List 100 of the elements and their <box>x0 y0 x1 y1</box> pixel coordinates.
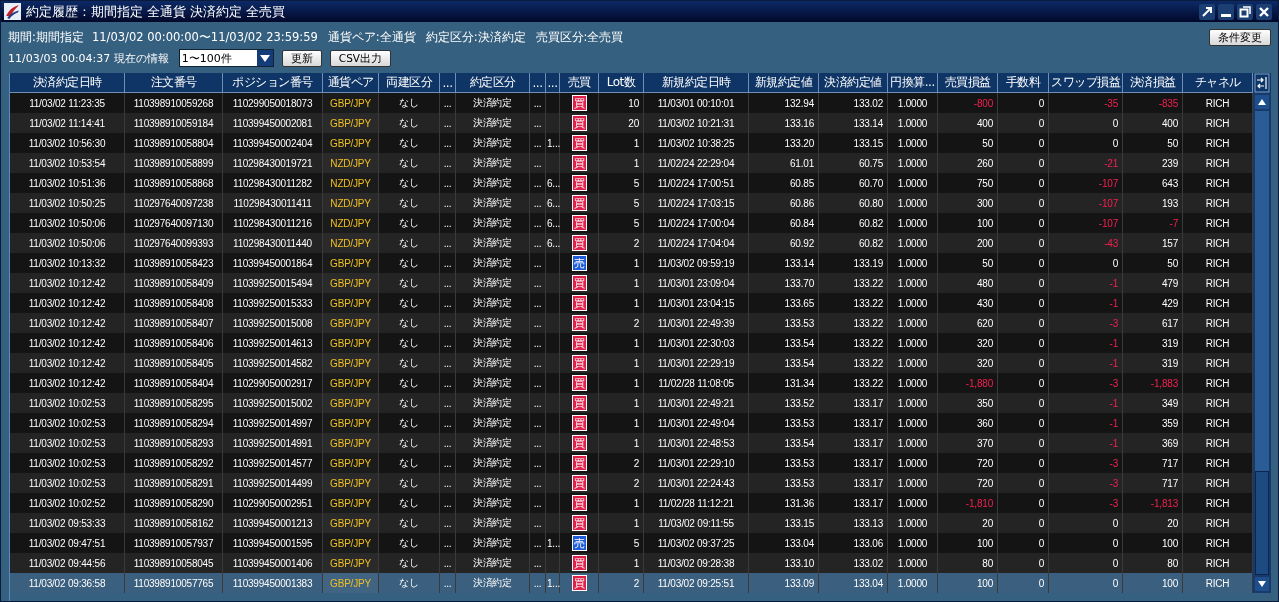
column-header[interactable]: ポジション番号 <box>223 73 323 93</box>
table-row[interactable]: 11/03/02 10:02:53 110398910058295 110399250015002 GBP/JPY なし ... 決済約定 ... 買 1 11/03/01 22:49:21 133.52 133.17 1.0000 350 0 -1 349 RICH <box>10 393 1253 413</box>
table-row[interactable]: 11/03/02 11:14:41 110398910059184 110399450002081 GBP/JPY なし ... 決済約定 ... 買 20 11/03/02 10:21:31 133.16 133.14 1.0000 400 0 0 400 RICH <box>10 113 1253 133</box>
column-header[interactable]: 決済損益 <box>1123 73 1183 93</box>
table-cell: GBP/JPY <box>323 493 379 513</box>
table-cell: ... <box>440 573 456 593</box>
table-row[interactable]: 11/03/02 10:12:42 110398910058409 110399250015494 GBP/JPY なし ... 決済約定 ... 買 1 11/03/01 23:09:04 133.70 133.22 1.0000 480 0 -1 479 RICH <box>10 273 1253 293</box>
column-header[interactable]: 新規約定日時 <box>644 73 749 93</box>
table-row[interactable]: 11/03/02 10:50:06 110297640099393 110298430011440 NZD/JPY なし ... 決済約定 ... 6... 買 2 11/02/24 17:04:04 60.92 60.82 1.0000 200 0 -43 157 RICH <box>10 233 1253 253</box>
table-row[interactable]: 11/03/02 10:50:06 110297640097130 110298430011216 NZD/JPY なし ... 決済約定 ... 6... 買 5 11/02/24 17:00:04 60.84 60.82 1.0000 100 0 -107 -7 RICH <box>10 213 1253 233</box>
table-row[interactable]: 11/03/02 10:56:30 110398910058804 110399450002404 GBP/JPY なし ... 決済約定 ... 1... 買 1 11/03/02 10:38:25 133.20 133.15 1.0000 50 0 0 50 RICH <box>10 133 1253 153</box>
table-cell: 100 <box>938 573 998 593</box>
table-cell: 100 <box>1123 573 1183 593</box>
range-dropdown[interactable]: 1〜100件 <box>178 49 274 67</box>
table-cell: GBP/JPY <box>323 293 379 313</box>
column-header[interactable]: ... <box>440 73 456 93</box>
table-row[interactable]: 11/03/02 11:23:35 110398910059268 110299050018073 GBP/JPY なし ... 決済約定 ... 買 10 11/03/01 00:10:01 132.94 133.02 1.0000 -800 0 -35 -835 RICH <box>10 93 1253 113</box>
column-header[interactable]: 売買損益 <box>938 73 998 93</box>
toolbar-button[interactable]: CSV出力 <box>329 49 391 67</box>
close-icon[interactable] <box>1256 3 1272 20</box>
table-row[interactable]: 11/03/02 09:47:51 110398910057937 110399450001595 GBP/JPY なし ... 決済約定 ... 1... 売 5 11/03/02 09:37:25 133.04 133.06 1.0000 100 0 0 100 RICH <box>10 533 1253 553</box>
table-cell: GBP/JPY <box>323 253 379 273</box>
caret-icon <box>256 50 273 66</box>
table-row[interactable]: 11/03/02 10:02:52 110398910058290 110299050002951 GBP/JPY なし ... 決済約定 ... 買 1 11/02/28 11:12:21 131.36 133.17 1.0000 -1,810 0 -3 -1,813 RICH <box>10 493 1253 513</box>
minimize-icon[interactable] <box>1218 3 1234 20</box>
scroll-up-icon[interactable] <box>1255 95 1269 109</box>
column-header[interactable]: 通貨ペア <box>323 73 379 93</box>
column-header[interactable]: 売買 <box>560 73 599 93</box>
pin-arrow-icon[interactable] <box>1199 3 1215 20</box>
restore-icon[interactable] <box>1237 3 1253 20</box>
column-header[interactable]: スワップ損益 <box>1049 73 1123 93</box>
table-row[interactable]: 11/03/02 10:02:53 110398910058293 110399250014991 GBP/JPY なし ... 決済約定 ... 買 1 11/03/01 22:48:53 133.54 133.17 1.0000 370 0 -1 369 RICH <box>10 433 1253 453</box>
window-title: 約定履歴 : 期間指定 全通貨 決済約定 全売買 <box>26 2 287 21</box>
table-cell: ... <box>530 573 546 593</box>
table-cell: NZD/JPY <box>323 233 379 253</box>
table-row[interactable]: 11/03/02 10:02:53 110398910058291 110399250014499 GBP/JPY なし ... 決済約定 ... 買 2 11/03/01 22:24:43 133.53 133.17 1.0000 720 0 -3 717 RICH <box>10 473 1253 493</box>
table-cell: 133.09 <box>749 573 819 593</box>
column-header[interactable]: ... <box>546 73 560 93</box>
table-row[interactable]: 11/03/02 10:53:54 110398910058899 110298430019721 NZD/JPY なし ... 決済約定 ... 買 1 11/02/24 22:29:04 61.01 60.75 1.0000 260 0 -21 239 RICH <box>10 153 1253 173</box>
column-header[interactable]: 決済約定値 <box>819 73 888 93</box>
table-row[interactable]: 11/03/02 09:53:33 110398910058162 110399450001213 GBP/JPY なし ... 決済約定 ... 買 1 11/03/02 09:11:55 133.15 133.13 1.0000 20 0 0 20 RICH <box>10 513 1253 533</box>
trade-side-badge: 買 <box>571 175 587 191</box>
table-row[interactable]: 11/03/02 10:12:42 110398910058407 110399250015008 GBP/JPY なし ... 決済約定 ... 買 2 11/03/01 22:49:39 133.53 133.22 1.0000 620 0 -3 617 RICH <box>10 313 1253 333</box>
table-cell: GBP/JPY <box>323 533 379 553</box>
trade-side-badge: 買 <box>571 295 587 311</box>
trade-side-badge: 買 <box>571 355 587 371</box>
table-row[interactable]: 11/03/02 10:13:32 110398910058423 110399450001864 GBP/JPY なし ... 決済約定 ... 売 1 11/03/02 09:59:19 133.14 133.19 1.0000 50 0 0 50 RICH <box>10 253 1253 273</box>
table-cell: GBP/JPY <box>323 573 379 593</box>
table-cell: 0 <box>998 573 1049 593</box>
table-cell: GBP/JPY <box>323 413 379 433</box>
column-header[interactable]: 手数料 <box>998 73 1049 93</box>
column-header[interactable]: 決済約定日時 <box>10 73 125 93</box>
table-cell: 0 <box>1049 573 1123 593</box>
filter-condition: 約定区分:決済約定 <box>425 29 526 45</box>
trade-side-badge: 買 <box>571 575 587 591</box>
table-cell: 110399450001383 <box>223 573 323 593</box>
trade-side-badge: 買 <box>571 555 587 571</box>
table-row[interactable]: 11/03/02 10:51:36 110398910058868 110298430011282 NZD/JPY なし ... 決済約定 ... 6... 買 5 11/02/24 17:00:51 60.85 60.70 1.0000 750 0 -107 643 RICH <box>10 173 1253 193</box>
table-cell: 11/03/02 09:36:58 <box>10 573 125 593</box>
column-header[interactable]: チャネル <box>1183 73 1253 93</box>
trade-side-badge: 売 <box>571 255 587 271</box>
table-cell: GBP/JPY <box>323 373 379 393</box>
trade-side-badge: 買 <box>571 475 587 491</box>
table-row[interactable]: 11/03/02 10:12:42 110398910058405 110399250014582 GBP/JPY なし ... 決済約定 ... 買 1 11/03/01 22:29:19 133.54 133.22 1.0000 320 0 -1 319 RICH <box>10 353 1253 373</box>
table-cell: なし <box>379 573 440 593</box>
trade-side-badge: 買 <box>571 375 587 391</box>
status-text: 11/03/03 00:04:37 現在の情報 <box>8 50 169 66</box>
table-cell: GBP/JPY <box>323 133 379 153</box>
scroll-down-icon[interactable] <box>1255 577 1269 591</box>
table-cell: GBP/JPY <box>323 313 379 333</box>
table-cell: GBP/JPY <box>323 273 379 293</box>
trade-side-badge: 買 <box>571 435 587 451</box>
change-conditions-button[interactable]: 条件変更 <box>1209 28 1271 46</box>
scroll-thumb[interactable] <box>1255 471 1269 575</box>
table-cell: GBP/JPY <box>323 433 379 453</box>
column-header[interactable]: 円換算... <box>888 73 938 93</box>
scrollbar[interactable] <box>1253 93 1271 593</box>
table-cell: GBP/JPY <box>323 113 379 133</box>
table-cell: GBP/JPY <box>323 553 379 573</box>
column-header[interactable]: 両建区分 <box>379 73 440 93</box>
trade-side-badge: 買 <box>571 115 587 131</box>
column-header[interactable]: 約定区分 <box>456 73 530 93</box>
table-row[interactable]: 11/03/02 10:12:42 110398910058408 110399250015333 GBP/JPY なし ... 決済約定 ... 買 1 11/03/01 23:04:15 133.65 133.22 1.0000 430 0 -1 429 RICH <box>10 293 1253 313</box>
trade-side-badge: 買 <box>571 335 587 351</box>
table-row[interactable]: 11/03/02 10:02:53 110398910058292 110399250014577 GBP/JPY なし ... 決済約定 ... 買 2 11/03/01 22:29:10 133.53 133.17 1.0000 720 0 -3 717 RICH <box>10 453 1253 473</box>
table-row[interactable]: 11/03/02 10:12:42 110398910058406 110399250014613 GBP/JPY なし ... 決済約定 ... 買 1 11/03/01 22:30:03 133.54 133.22 1.0000 320 0 -1 319 RICH <box>10 333 1253 353</box>
table-row[interactable]: 11/03/02 10:02:53 110398910058294 110399250014997 GBP/JPY なし ... 決済約定 ... 買 1 11/03/01 22:49:04 133.53 133.17 1.0000 360 0 -1 359 RICH <box>10 413 1253 433</box>
column-settings-icon[interactable] <box>1253 73 1271 93</box>
trade-side-badge: 買 <box>571 495 587 511</box>
table-row[interactable]: 11/03/02 09:44:56 110398910058045 110399450001406 GBP/JPY なし ... 決済約定 ... 買 1 11/03/02 09:28:38 133.10 133.02 1.0000 80 0 0 80 RICH <box>10 553 1253 573</box>
table-row[interactable]: 11/03/02 10:50:25 110297640097238 110298430011411 NZD/JPY なし ... 決済約定 ... 6... 買 5 11/02/24 17:03:15 60.86 60.80 1.0000 300 0 -107 193 RICH <box>10 193 1253 213</box>
trade-side-badge: 買 <box>571 415 587 431</box>
table-row[interactable]: 11/03/02 10:12:42 110398910058404 110299050002917 GBP/JPY なし ... 決済約定 ... 買 1 11/02/28 11:08:05 131.34 133.22 1.0000 -1,880 0 -3 -1,883 RICH <box>10 373 1253 393</box>
toolbar-button[interactable]: 更新 <box>281 49 322 67</box>
column-header[interactable]: 新規約定値 <box>749 73 819 93</box>
table-row[interactable]: 11/03/02 09:36:58 110398910057765 110399450001383 GBP/JPY なし ... 決済約定 ... 1... 買 2 11/03/02 09:25:51 133.09 133.04 1.0000 100 0 0 100 RICH <box>10 573 1253 593</box>
column-header[interactable]: 注文番号 <box>125 73 223 93</box>
column-header[interactable]: ... <box>530 73 546 93</box>
table-cell: NZD/JPY <box>323 213 379 233</box>
column-header[interactable]: Lot数 <box>599 73 644 93</box>
